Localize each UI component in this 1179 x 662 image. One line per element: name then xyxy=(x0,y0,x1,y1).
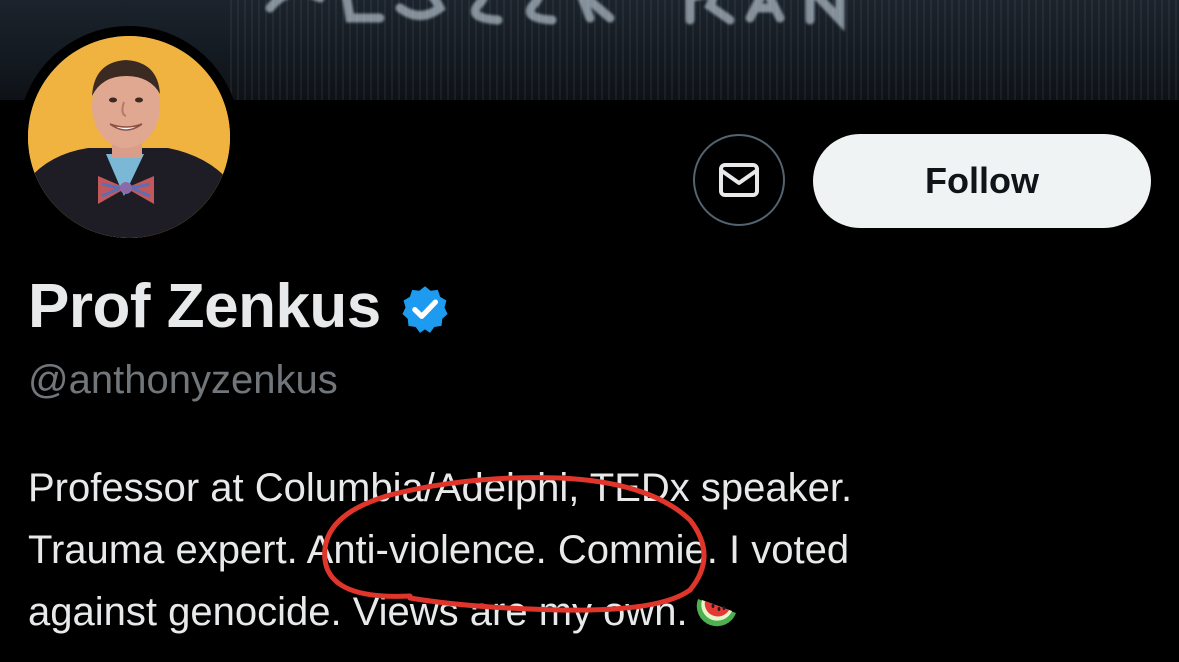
bio-line: Professor at Columbia/Adelphi, TEDx spea… xyxy=(28,466,853,510)
envelope-icon xyxy=(719,163,759,197)
name-row: Prof Zenkus xyxy=(28,266,451,346)
bio-line: Trauma expert. Anti-violence. Commie. I … xyxy=(28,528,850,572)
bio-line-text: against genocide. Views are my own. xyxy=(28,590,688,634)
avatar-photo xyxy=(28,36,230,238)
follow-button[interactable]: Follow xyxy=(813,134,1151,228)
banner-graffiti-image xyxy=(250,0,950,73)
bio-line-last: against genocide. Views are my own. xyxy=(28,581,1148,649)
display-name: Prof Zenkus xyxy=(28,271,381,341)
profile-handle: @anthonyzenkus xyxy=(28,358,338,402)
message-button[interactable] xyxy=(693,134,785,226)
verified-badge-icon[interactable] xyxy=(399,283,451,335)
profile-bio: Professor at Columbia/Adelphi, TEDx spea… xyxy=(28,457,1148,649)
profile-page: Follow Prof Zenkus @anthonyzenkus Profes… xyxy=(0,0,1179,662)
watermelon-icon xyxy=(694,585,740,649)
avatar[interactable] xyxy=(28,36,230,238)
